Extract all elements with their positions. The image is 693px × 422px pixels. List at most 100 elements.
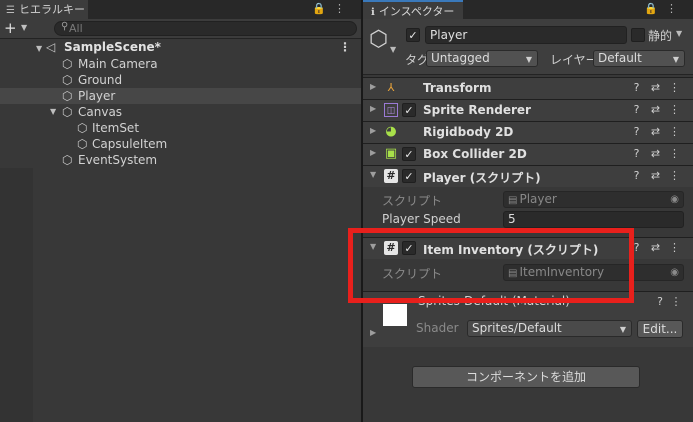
preset-icon[interactable]: ⇄ — [646, 81, 665, 94]
static-checkbox[interactable] — [631, 28, 645, 42]
component-title: Item Inventory (スクリプト) — [423, 243, 599, 257]
menu-dots-icon[interactable]: ⋮ — [665, 147, 684, 160]
hierarchy-gutter — [0, 168, 33, 422]
menu-dots-icon[interactable]: ⋮ — [665, 169, 684, 182]
component-enabled-checkbox[interactable]: ✓ — [402, 241, 416, 255]
help-icon[interactable]: ? — [652, 295, 668, 308]
tree-item-player[interactable]: ⬡ Player — [0, 88, 361, 104]
component-enabled-checkbox[interactable]: ✓ — [402, 147, 416, 161]
lock-icon[interactable]: 🔒 — [312, 2, 334, 15]
chevron-down-icon: ▼ — [525, 55, 532, 64]
gameobject-cube-icon[interactable]: ⬡ — [369, 27, 388, 52]
expand-arrow-icon[interactable]: ▼ — [36, 40, 42, 57]
menu-dots-icon[interactable]: ⋮ — [668, 295, 684, 308]
expand-arrow-icon[interactable]: ▶ — [370, 82, 376, 91]
collapse-arrow-icon[interactable]: ▼ — [370, 242, 376, 251]
layer-dropdown[interactable]: Default ▼ — [593, 50, 685, 67]
add-component-button[interactable]: コンポーネントを追加 — [412, 366, 640, 388]
player-speed-field[interactable]: 5 — [503, 211, 684, 228]
gameobject-cube-icon: ⬡ — [62, 73, 73, 87]
component-rigidbody-2d[interactable]: ▶ ◕ Rigidbody 2D ? ⇄ ⋮ — [363, 121, 693, 143]
material-preview[interactable] — [383, 304, 407, 326]
tree-item-itemset[interactable]: ⬡ ItemSet — [0, 120, 361, 136]
preset-icon[interactable]: ⇄ — [646, 169, 665, 182]
component-tools: ? ⇄ ⋮ — [627, 81, 684, 94]
hierarchy-tab[interactable]: ☰ ヒエラルキー — [0, 0, 88, 19]
scene-menu-icon[interactable]: ⋮ — [339, 39, 351, 56]
chevron-down-icon[interactable]: ▼ — [390, 45, 396, 54]
component-sprite-renderer[interactable]: ▶ ◫ ✓ Sprite Renderer ? ⇄ ⋮ — [363, 99, 693, 121]
object-picker-icon[interactable]: ◉ — [670, 192, 679, 207]
menu-dots-icon[interactable]: ⋮ — [665, 241, 684, 254]
preset-icon[interactable]: ⇄ — [646, 103, 665, 116]
player-script-label: スクリプト — [382, 194, 443, 208]
tree-item-label: ItemSet — [92, 121, 140, 135]
component-tools: ? ⇄ ⋮ — [627, 169, 684, 182]
help-icon[interactable]: ? — [627, 103, 646, 116]
shader-value: Sprites/Default — [472, 321, 562, 335]
menu-dots-icon[interactable]: ⋮ — [666, 2, 685, 15]
help-icon[interactable]: ? — [627, 81, 646, 94]
inspector-tab[interactable]: ℹ インスペクター — [363, 0, 463, 19]
help-icon[interactable]: ? — [627, 147, 646, 160]
scene-name: SampleScene* — [64, 40, 161, 54]
menu-dots-icon[interactable]: ⋮ — [665, 81, 684, 94]
material-name: Sprites-Default (Material) — [418, 294, 570, 308]
menu-dots-icon[interactable]: ⋮ — [665, 103, 684, 116]
hierarchy-search-input[interactable]: ⚲ All — [54, 21, 357, 36]
gameobject-cube-icon: ⬡ — [62, 89, 73, 103]
rigidbody-icon: ◕ — [385, 124, 397, 139]
chevron-down-icon[interactable]: ▼ — [676, 29, 682, 38]
tree-item-ground[interactable]: ⬡ Ground — [0, 72, 361, 88]
edit-shader-button[interactable]: Edit... — [637, 320, 683, 338]
gameobject-cube-icon: ⬡ — [62, 153, 73, 167]
transform-icon: ⅄ — [387, 81, 395, 94]
preset-icon[interactable]: ⇄ — [646, 125, 665, 138]
component-tools: ? ⇄ ⋮ — [627, 241, 684, 254]
tag-dropdown[interactable]: Untagged ▼ — [426, 50, 538, 67]
chevron-down-icon[interactable]: ▼ — [21, 23, 27, 32]
active-checkbox[interactable]: ✓ — [406, 28, 420, 42]
inventory-script-field: ▤ ItemInventory ◉ — [503, 264, 684, 281]
tree-item-eventsystem[interactable]: ⬡ EventSystem — [0, 152, 361, 168]
help-icon[interactable]: ? — [627, 169, 646, 182]
tree-item-canvas[interactable]: ▼ ⬡ Canvas — [0, 104, 361, 120]
tree-item-label: Canvas — [78, 105, 123, 119]
menu-dots-icon[interactable]: ⋮ — [334, 2, 353, 15]
help-icon[interactable]: ? — [627, 241, 646, 254]
help-icon[interactable]: ? — [627, 125, 646, 138]
component-enabled-checkbox[interactable]: ✓ — [402, 169, 416, 183]
chevron-down-icon: ▼ — [672, 55, 679, 64]
object-picker-icon[interactable]: ◉ — [670, 265, 679, 280]
tree-item-label: Ground — [78, 73, 123, 87]
tree-item-label: Main Camera — [78, 57, 158, 71]
box-collider-icon: ▣ — [384, 146, 398, 161]
collapse-arrow-icon[interactable]: ▼ — [370, 170, 376, 179]
scene-row[interactable]: ▼ ◁ SampleScene* ⋮ — [0, 39, 361, 56]
preset-icon[interactable]: ⇄ — [646, 147, 665, 160]
gameobject-cube-icon: ⬡ — [77, 121, 88, 135]
tree-item-capsuleitem[interactable]: ⬡ CapsuleItem — [0, 136, 361, 152]
component-title: Player (スクリプト) — [423, 171, 541, 185]
tree-item-main-camera[interactable]: ⬡ Main Camera — [0, 56, 361, 72]
component-player-script[interactable]: ▼ # ✓ Player (スクリプト) ? ⇄ ⋮ — [363, 165, 693, 187]
lock-icon[interactable]: 🔒 — [644, 2, 666, 15]
create-plus-button[interactable]: + — [4, 20, 17, 37]
inventory-script-value: ItemInventory — [519, 265, 605, 279]
expand-arrow-icon[interactable]: ▼ — [50, 104, 56, 120]
expand-arrow-icon[interactable]: ▶ — [370, 104, 376, 113]
preset-icon[interactable]: ⇄ — [646, 241, 665, 254]
expand-arrow-icon[interactable]: ▶ — [370, 126, 376, 135]
component-enabled-checkbox[interactable]: ✓ — [402, 103, 416, 117]
object-name-field[interactable]: Player — [425, 26, 627, 44]
component-item-inventory-script[interactable]: ▼ # ✓ Item Inventory (スクリプト) ? ⇄ ⋮ — [363, 237, 693, 259]
component-box-collider-2d[interactable]: ▶ ▣ ✓ Box Collider 2D ? ⇄ ⋮ — [363, 143, 693, 165]
component-transform[interactable]: ▶ ⅄ Transform ? ⇄ ⋮ — [363, 77, 693, 99]
expand-arrow-icon[interactable]: ▶ — [370, 148, 376, 157]
menu-dots-icon[interactable]: ⋮ — [665, 125, 684, 138]
shader-label: Shader — [416, 321, 459, 335]
hierarchy-tabbar: ☰ ヒエラルキー 🔒⋮ — [0, 0, 361, 19]
hierarchy-tab-tools: 🔒⋮ — [312, 2, 353, 15]
shader-dropdown[interactable]: Sprites/Default ▼ — [467, 320, 632, 337]
expand-arrow-icon[interactable]: ▶ — [370, 328, 376, 337]
